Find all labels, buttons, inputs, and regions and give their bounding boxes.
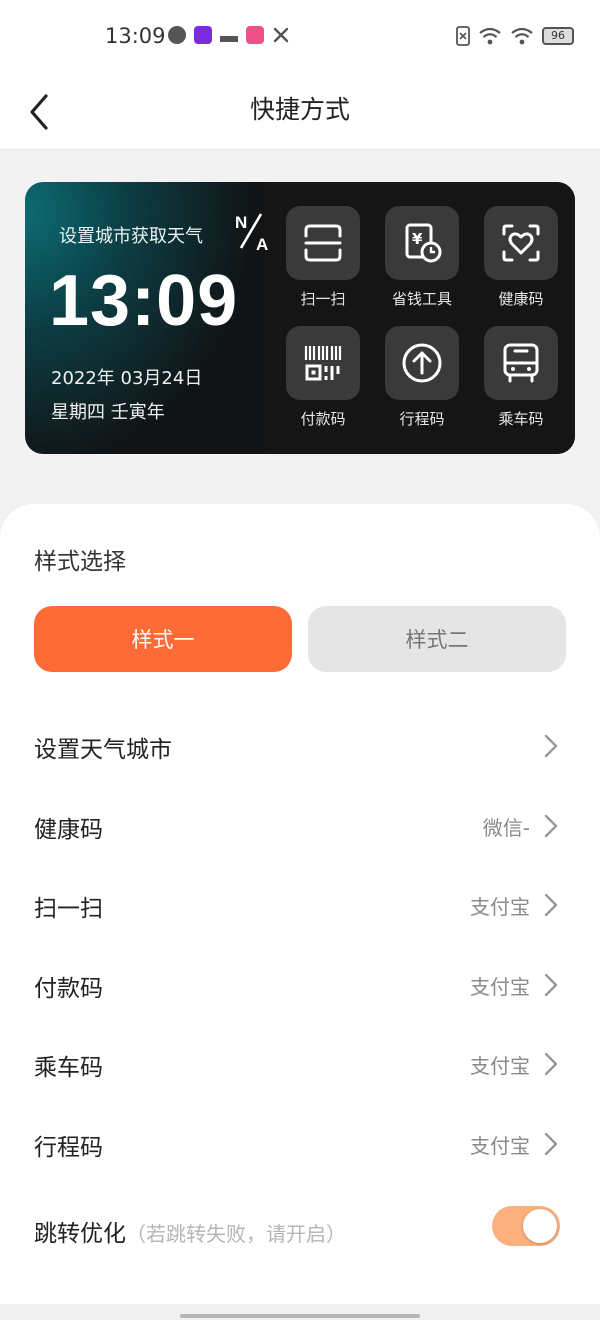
row-label: 乘车码 [34, 1055, 103, 1081]
row-value: 支付宝 [470, 975, 530, 999]
jump-optimize-label: 跳转优化 [34, 1221, 126, 1247]
chevron-right-icon [544, 893, 558, 917]
home-indicator[interactable] [180, 1314, 420, 1318]
style-section-title: 样式选择 [34, 549, 126, 575]
payment-code-icon [304, 346, 342, 381]
wifi-plus-icon [479, 27, 501, 45]
style-two-button[interactable]: 样式二 [308, 606, 566, 672]
shortcut-label: 健康码 [498, 290, 544, 308]
shortcut-itinerary[interactable]: 行程码 [382, 326, 462, 429]
svg-text:¥: ¥ [412, 230, 423, 248]
video-app-icon [194, 26, 212, 44]
weather-value: N A [233, 212, 273, 254]
row-label: 健康码 [34, 817, 103, 843]
row-bus-code[interactable]: 乘车码 支付宝 [0, 1028, 600, 1098]
status-time: 13:09 [105, 24, 166, 48]
shortcut-savings[interactable]: ¥ 省钱工具 [382, 206, 462, 309]
row-jump-optimize: 跳转优化（若跳转失败，请开启） [0, 1194, 600, 1264]
style-one-button[interactable]: 样式一 [34, 606, 292, 672]
status-app-icons [168, 26, 290, 44]
row-value: 支付宝 [470, 895, 530, 919]
bus-code-icon [503, 343, 539, 383]
settings-sheet: 样式选择 样式一 样式二 设置天气城市 健康码 微信- 扫一扫 支付宝 付款码 … [0, 504, 600, 1304]
tools-icon [272, 26, 290, 44]
savings-tool-icon: ¥ [405, 223, 442, 263]
weather-prompt[interactable]: 设置城市获取天气 [59, 222, 203, 248]
widget-preview: 设置城市获取天气 N A 13:09 2022年 03月24日 星期四 壬寅年 … [25, 182, 575, 454]
q-app-icon [168, 26, 186, 44]
wifi-icon [511, 27, 533, 45]
page-header: 快捷方式 [0, 72, 600, 150]
chevron-right-icon [544, 814, 558, 838]
row-label: 行程码 [34, 1135, 103, 1161]
row-weather-city[interactable]: 设置天气城市 [0, 710, 600, 780]
chevron-right-icon [544, 973, 558, 997]
itinerary-code-icon [402, 343, 442, 383]
widget-time: 13:09 [49, 261, 239, 341]
row-value: 支付宝 [470, 1134, 530, 1158]
row-scan[interactable]: 扫一扫 支付宝 [0, 869, 600, 939]
shortcut-label: 扫一扫 [300, 290, 346, 308]
bird-app-icon [220, 30, 238, 42]
row-label: 设置天气城市 [34, 737, 172, 763]
row-payment-code[interactable]: 付款码 支付宝 [0, 949, 600, 1019]
jump-optimize-toggle[interactable] [492, 1206, 560, 1246]
shortcut-bus[interactable]: 乘车码 [481, 326, 561, 429]
toggle-knob [523, 1209, 557, 1243]
widget-date: 2022年 03月24日 [51, 368, 203, 389]
svg-text:N: N [235, 213, 247, 232]
chevron-right-icon [544, 734, 558, 758]
row-itinerary-code[interactable]: 行程码 支付宝 [0, 1108, 600, 1178]
jump-optimize-hint: （若跳转失败，请开启） [126, 1222, 346, 1246]
shortcut-scan[interactable]: 扫一扫 [283, 206, 363, 309]
status-bar: 13:09 96 [0, 0, 600, 72]
row-label: 跳转优化（若跳转失败，请开启） [34, 1214, 346, 1248]
shortcut-payment[interactable]: 付款码 [283, 326, 363, 429]
battery-indicator: 96 [542, 27, 574, 45]
shortcut-label: 行程码 [399, 410, 445, 428]
row-label: 扫一扫 [34, 896, 103, 922]
shortcut-label: 付款码 [300, 410, 346, 428]
svg-text:A: A [256, 235, 268, 252]
status-right: 96 [456, 26, 574, 46]
row-value: 微信- [482, 816, 530, 840]
widget-weekday: 星期四 壬寅年 [51, 402, 165, 423]
shortcut-label: 乘车码 [498, 410, 544, 428]
shortcut-label: 省钱工具 [391, 290, 452, 308]
shortcut-health[interactable]: 健康码 [481, 206, 561, 309]
row-health-code[interactable]: 健康码 微信- [0, 790, 600, 860]
row-value: 支付宝 [470, 1054, 530, 1078]
health-code-icon [502, 224, 540, 262]
chevron-right-icon [544, 1132, 558, 1156]
shortcut-grid: 扫一扫 ¥ 省钱工具 健康码 付款码 行程码 乘车码 [283, 206, 563, 436]
pink-app-icon [246, 26, 264, 44]
scan-icon [304, 224, 342, 262]
sim-x-icon [456, 26, 470, 46]
chevron-right-icon [544, 1052, 558, 1076]
page-title: 快捷方式 [249, 95, 350, 124]
row-label: 付款码 [34, 976, 103, 1002]
